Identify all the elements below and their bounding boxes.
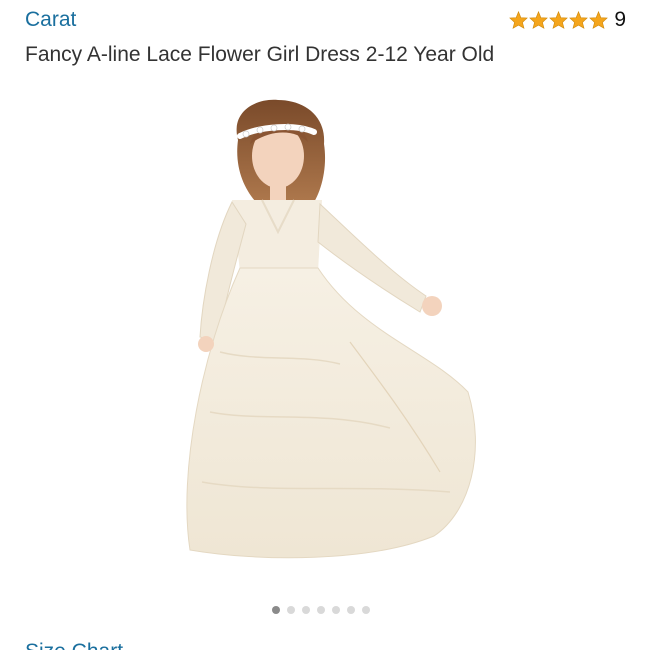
star-icon — [509, 11, 529, 29]
product-title: Fancy A-line Lace Flower Girl Dress 2-12… — [25, 43, 495, 66]
brand-link[interactable]: Carat — [25, 6, 76, 34]
carousel-dot-active[interactable] — [272, 606, 280, 614]
rating-count: 9 — [614, 8, 626, 31]
product-page: Carat 9 Fancy A-line Lace Flower Girl Dr… — [0, 0, 650, 650]
carousel-dot[interactable] — [362, 606, 370, 614]
carousel-dot[interactable] — [302, 606, 310, 614]
carousel-dot[interactable] — [332, 606, 340, 614]
carousel-indicator[interactable] — [272, 606, 370, 614]
carousel-dot[interactable] — [317, 606, 325, 614]
star-icon — [549, 11, 569, 29]
carousel-dot[interactable] — [347, 606, 355, 614]
star-rating — [509, 11, 609, 29]
size-chart-link[interactable]: Size Chart — [25, 639, 123, 650]
product-image[interactable] — [150, 92, 500, 572]
star-icon — [589, 11, 609, 29]
star-icon — [529, 11, 549, 29]
rating-summary[interactable]: 9 — [509, 6, 626, 34]
star-icon — [569, 11, 589, 29]
carousel-dot[interactable] — [287, 606, 295, 614]
